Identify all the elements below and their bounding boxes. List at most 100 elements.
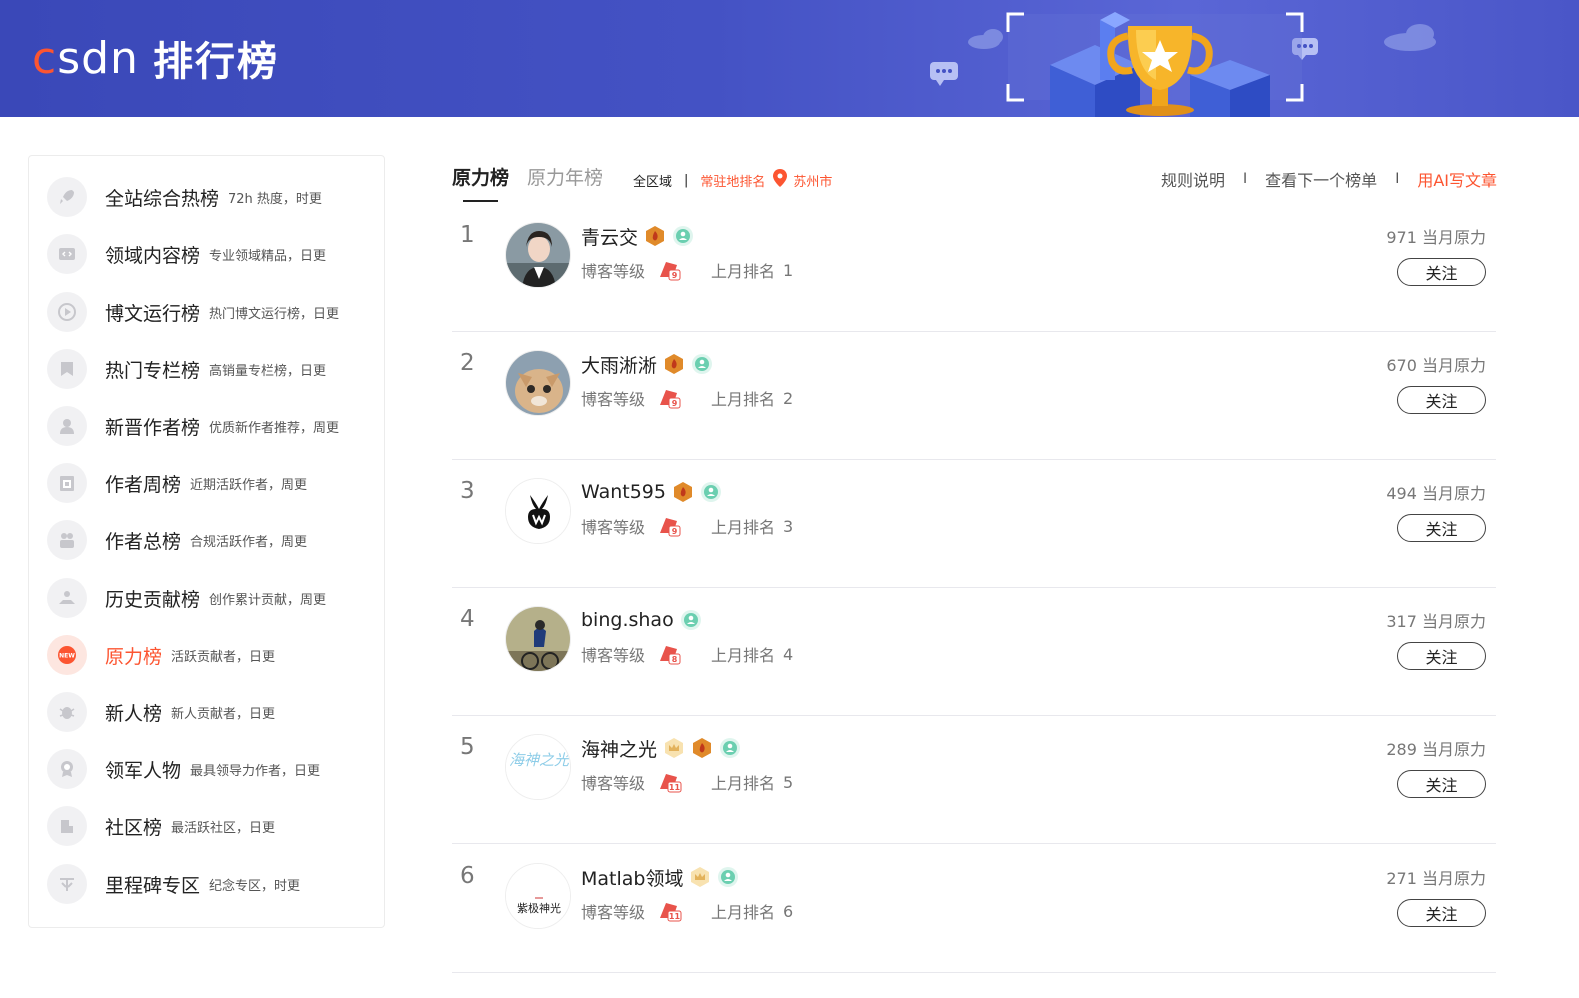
- blog-level-icon: 9: [660, 518, 681, 537]
- sidebar-item-label: 博文运行榜: [105, 302, 201, 325]
- blog-level-number: 9: [672, 271, 678, 280]
- sidebar-item-milestone[interactable]: 里程碑专区 纪念专区，时更: [47, 862, 300, 906]
- sidebar-item-domain-content[interactable]: 领域内容榜 专业领域精品，日更: [47, 232, 326, 276]
- sidebar-item-author-week[interactable]: 作者周榜 近期活跃作者，周更: [47, 461, 307, 505]
- blog-level-icon: 11: [660, 903, 682, 922]
- page-title: 排行榜: [152, 39, 279, 85]
- link-separator: I: [1395, 171, 1400, 187]
- group-icon: [47, 520, 87, 560]
- crown-badge-icon: [665, 738, 684, 758]
- sidebar-item-author-total[interactable]: 作者总榜 合规活跃作者，周更: [47, 518, 307, 562]
- blog-level-icon: 11: [660, 774, 682, 793]
- user-name-line: Matlab领域: [581, 863, 739, 891]
- avatar[interactable]: [505, 222, 571, 288]
- user-name[interactable]: 青云交: [581, 223, 638, 250]
- user-meta: 博客等级 9 上月排名 1: [581, 258, 793, 282]
- tab-force-year[interactable]: 原力年榜: [527, 163, 603, 190]
- medal-icon: [47, 749, 87, 789]
- follow-button[interactable]: 关注: [1397, 770, 1486, 798]
- flame-badge-icon: [673, 482, 692, 502]
- friend-badge-icon: [680, 610, 701, 630]
- last-rank-value: 1: [783, 260, 794, 280]
- user-name[interactable]: Matlab领域: [581, 864, 683, 891]
- ranking-row: 6 紫极神光 Matlab领域 博客等级 11 上月排名 6 271 当月原力 …: [452, 845, 1496, 973]
- monthly-force-score: 670 当月原力: [1386, 356, 1486, 375]
- rocket-icon: [47, 177, 87, 217]
- follow-button[interactable]: 关注: [1397, 899, 1486, 927]
- follow-button[interactable]: 关注: [1397, 514, 1486, 542]
- csdn-logo[interactable]: csdn 排行榜: [32, 28, 279, 88]
- sidebar-item-desc: 创作累计贡献，周更: [209, 592, 327, 608]
- sidebar-item-label: 原力榜: [105, 645, 163, 668]
- sidebar-item-community[interactable]: 社区榜 最活跃社区，日更: [47, 804, 275, 848]
- monthly-force-score: 494 当月原力: [1386, 484, 1486, 503]
- trophy-illustration: [930, 12, 1436, 117]
- crown-badge-icon: [691, 867, 710, 887]
- user-meta: 博客等级 8 上月排名 4: [581, 642, 793, 666]
- sidebar-item-blog-run[interactable]: 博文运行榜 热门博文运行榜，日更: [47, 290, 339, 334]
- sidebar-item-leader[interactable]: 领军人物 最具领导力作者，日更: [47, 747, 320, 791]
- level-label: 博客等级: [581, 390, 646, 409]
- ranking-row: 4 bing.shao 博客等级 8 上月排名 4 317 当月原力 关注: [452, 588, 1496, 716]
- user-name[interactable]: 海神之光: [581, 735, 657, 762]
- blog-level-icon: 9: [660, 390, 681, 409]
- avatar[interactable]: [505, 350, 571, 416]
- avatar[interactable]: 海神之光: [505, 734, 571, 800]
- csdn-logo-mark: csdn: [32, 32, 139, 84]
- avatar[interactable]: [505, 606, 571, 672]
- follow-button[interactable]: 关注: [1397, 642, 1486, 670]
- milestone-icon: [47, 864, 87, 904]
- sidebar-item-hot-column[interactable]: 热门专栏榜 高销量专栏榜，日更: [47, 347, 326, 391]
- user-name[interactable]: Want595: [581, 481, 666, 503]
- rules-link[interactable]: 规则说明: [1161, 167, 1225, 191]
- avatar-text: 紫极神光: [517, 901, 561, 915]
- friend-badge-icon: [673, 226, 694, 246]
- ai-write-link[interactable]: 用AI写文章: [1417, 167, 1497, 191]
- blog-level-number: 8: [672, 655, 678, 664]
- sidebar-item-desc: 纪念专区，时更: [209, 878, 301, 894]
- last-rank-value: 5: [783, 772, 794, 792]
- region-city[interactable]: 苏州市: [793, 171, 832, 190]
- follow-button[interactable]: 关注: [1397, 258, 1486, 286]
- sidebar-item-force[interactable]: NEW 原力榜 活跃贡献者，日更: [47, 633, 275, 677]
- sidebar-item-label: 全站综合热榜: [105, 187, 220, 210]
- sidebar-item-label: 社区榜: [105, 816, 163, 839]
- user-name-line: Want595: [581, 478, 722, 506]
- user-name-line: 大雨淅淅: [581, 350, 713, 378]
- sidebar-item-new-author[interactable]: 新晋作者榜 优质新作者推荐，周更: [47, 404, 339, 448]
- sidebar-item-newcomer[interactable]: 新人榜 新人贡献者，日更: [47, 690, 275, 734]
- user-name[interactable]: 大雨淅淅: [581, 351, 657, 378]
- monthly-force-score: 317 当月原力: [1386, 612, 1486, 631]
- follow-button[interactable]: 关注: [1397, 386, 1486, 414]
- flame-badge-icon: [646, 226, 665, 246]
- avatar[interactable]: [505, 478, 571, 544]
- sidebar-item-site-hot[interactable]: 全站综合热榜 72h 热度，时更: [47, 175, 322, 219]
- last-rank-label: 上月排名: [711, 903, 776, 922]
- rank-number: 6: [460, 863, 475, 889]
- new-badge-icon: NEW: [47, 635, 87, 675]
- page-banner: csdn 排行榜: [0, 0, 1579, 117]
- last-rank-label: 上月排名: [711, 518, 776, 537]
- location-pin-icon: [773, 169, 788, 191]
- flame-badge-icon: [665, 354, 684, 374]
- user-meta: 博客等级 9 上月排名 3: [581, 514, 793, 538]
- sidebar-item-label: 新人榜: [105, 702, 163, 725]
- last-rank-label: 上月排名: [711, 774, 776, 793]
- sidebar-item-desc: 专业领域精品，日更: [209, 248, 327, 264]
- hand-icon: [47, 578, 87, 618]
- level-label: 博客等级: [581, 262, 646, 281]
- sidebar-item-history-contribution[interactable]: 历史贡献榜 创作累计贡献，周更: [47, 576, 326, 620]
- code-icon: [47, 234, 87, 274]
- user-name[interactable]: bing.shao: [581, 609, 674, 631]
- user-meta: 博客等级 9 上月排名 2: [581, 386, 793, 410]
- sidebar-item-desc: 活跃贡献者，日更: [171, 649, 276, 665]
- region-local-option[interactable]: 常驻地排名: [700, 171, 765, 190]
- bookmark-icon: [47, 349, 87, 389]
- blog-level-icon: 9: [660, 262, 681, 281]
- user-meta: 博客等级 11 上月排名 5: [581, 770, 793, 794]
- next-list-link[interactable]: 查看下一个榜单: [1265, 167, 1377, 191]
- avatar[interactable]: 紫极神光: [505, 863, 571, 929]
- ranking-row: 1 青云交 博客等级 9 上月排名 1 971 当月原力 关注: [452, 204, 1496, 332]
- region-all-option[interactable]: 全区域: [633, 171, 672, 190]
- tab-force[interactable]: 原力榜: [452, 163, 509, 190]
